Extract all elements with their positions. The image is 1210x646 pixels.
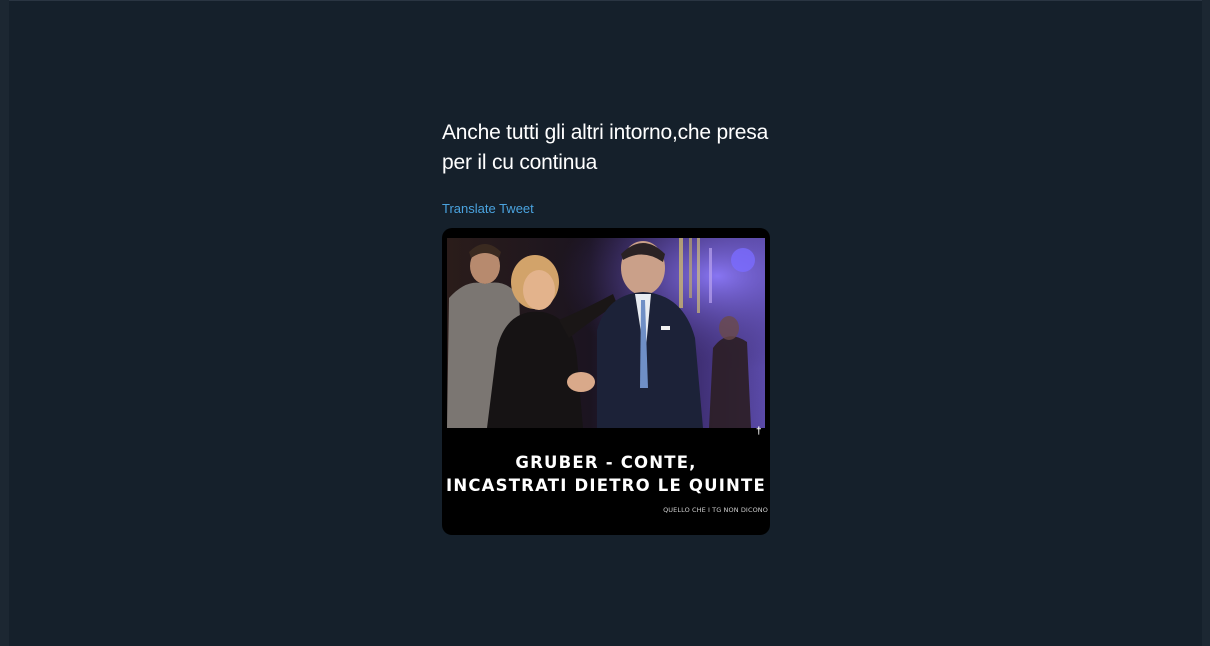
tweet-text-line-2: per il cu continua — [442, 151, 598, 174]
news-photo — [447, 238, 765, 428]
tweet-viewer: Anche tutti gli altri intorno,che presa … — [0, 0, 1210, 646]
tweet-body: Anche tutti gli altri intorno,che presa … — [442, 118, 782, 218]
marker-glyph: † — [756, 426, 762, 437]
media-headline: GRUBER - CONTE, INCASTRATI DIETRO LE QUI… — [442, 451, 770, 497]
headline-line-1: GRUBER - CONTE, — [515, 453, 697, 472]
translate-tweet-link[interactable]: Translate Tweet — [442, 200, 534, 218]
tweet-media-image[interactable]: † GRUBER - CONTE, INCASTRATI DIETRO LE Q… — [442, 228, 770, 535]
left-border — [0, 0, 9, 646]
top-border — [0, 0, 1210, 1]
source-caption: QUELLO CHE I TG NON DICONO — [663, 506, 768, 514]
headline-line-2: INCASTRATI DIETRO LE QUINTE — [446, 476, 766, 495]
tweet-text-line-1: Anche tutti gli altri intorno,che presa — [442, 121, 769, 144]
tweet-text: Anche tutti gli altri intorno,che presa … — [442, 118, 782, 178]
right-scrollbar[interactable] — [1202, 0, 1210, 646]
